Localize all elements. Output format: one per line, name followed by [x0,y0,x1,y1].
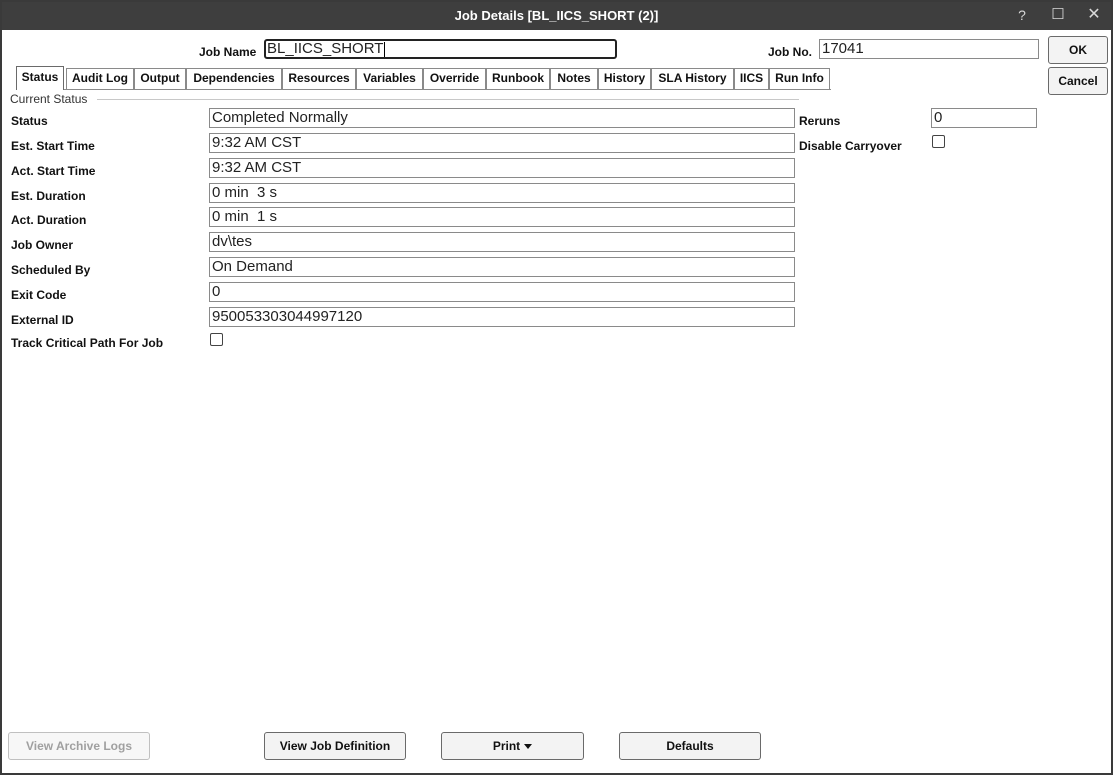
est-duration-field[interactable]: 0 min 3 s [209,183,795,203]
tab-resources[interactable]: Resources [282,68,356,89]
act-start-field[interactable]: 9:32 AM CST [209,158,795,178]
section-title: Current Status [10,92,88,106]
section-divider [97,99,799,100]
tab-runbook[interactable]: Runbook [486,68,550,89]
scheduled-by-label: Scheduled By [11,263,91,277]
tab-divider [16,89,831,90]
status-field[interactable]: Completed Normally [209,108,795,128]
tab-history[interactable]: History [598,68,651,89]
track-critical-path-checkbox[interactable] [210,333,223,346]
est-start-label: Est. Start Time [11,139,95,153]
external-id-label: External ID [11,313,74,327]
job-owner-field[interactable]: dv\tes [209,232,795,252]
job-name-field[interactable]: BL_IICS_SHORT [264,39,617,59]
tab-iics[interactable]: IICS [734,68,769,89]
print-button[interactable]: Print [441,732,584,760]
tab-override[interactable]: Override [423,68,486,89]
close-icon[interactable]: ✕ [1084,5,1104,25]
defaults-button[interactable]: Defaults [619,732,761,760]
act-duration-label: Act. Duration [11,213,87,227]
disable-carryover-checkbox[interactable] [932,135,945,148]
print-label: Print [492,739,521,753]
tab-output[interactable]: Output [134,68,186,89]
dropdown-caret-icon [524,744,533,750]
job-no-label: Job No. [768,45,812,59]
external-id-field[interactable]: 950053303044997120 [209,307,795,327]
text-caret [384,41,386,57]
view-job-definition-button[interactable]: View Job Definition [264,732,406,760]
tab-status[interactable]: Status [16,66,64,90]
help-icon[interactable]: ? [1012,5,1032,25]
job-owner-label: Job Owner [11,238,74,252]
ok-button[interactable]: OK [1048,36,1108,64]
maximize-icon[interactable]: ☐ [1048,5,1068,25]
est-start-field[interactable]: 9:32 AM CST [209,133,795,153]
job-name-label: Job Name [199,45,257,59]
window-title: Job Details [BL_IICS_SHORT (2)] [454,8,659,23]
scheduled-by-field[interactable]: On Demand [209,257,795,277]
title-bar: Job Details [BL_IICS_SHORT (2)] ? ☐ ✕ [2,2,1111,30]
tab-sla-history[interactable]: SLA History [651,68,734,89]
view-archive-logs-button[interactable]: View Archive Logs [8,732,150,760]
reruns-label: Reruns [799,114,841,128]
tab-notes[interactable]: Notes [550,68,598,89]
job-details-window: Job Details [BL_IICS_SHORT (2)] ? ☐ ✕ Jo… [0,0,1113,775]
track-critical-path-label: Track Critical Path For Job [11,336,164,350]
cancel-button[interactable]: Cancel [1048,67,1108,95]
exit-code-label: Exit Code [11,288,67,302]
job-no-field[interactable]: 17041 [819,39,1039,59]
act-start-label: Act. Start Time [11,164,96,178]
est-duration-label: Est. Duration [11,189,86,203]
act-duration-field[interactable]: 0 min 1 s [209,207,795,227]
exit-code-field[interactable]: 0 [209,282,795,302]
reruns-field[interactable]: 0 [931,108,1037,128]
tab-variables[interactable]: Variables [356,68,423,89]
tab-run-info[interactable]: Run Info [769,68,830,89]
tab-dependencies[interactable]: Dependencies [186,68,282,89]
status-label: Status [11,114,48,128]
disable-carryover-label: Disable Carryover [799,139,902,153]
job-name-value: BL_IICS_SHORT [267,40,384,57]
tab-audit-log[interactable]: Audit Log [66,68,134,89]
